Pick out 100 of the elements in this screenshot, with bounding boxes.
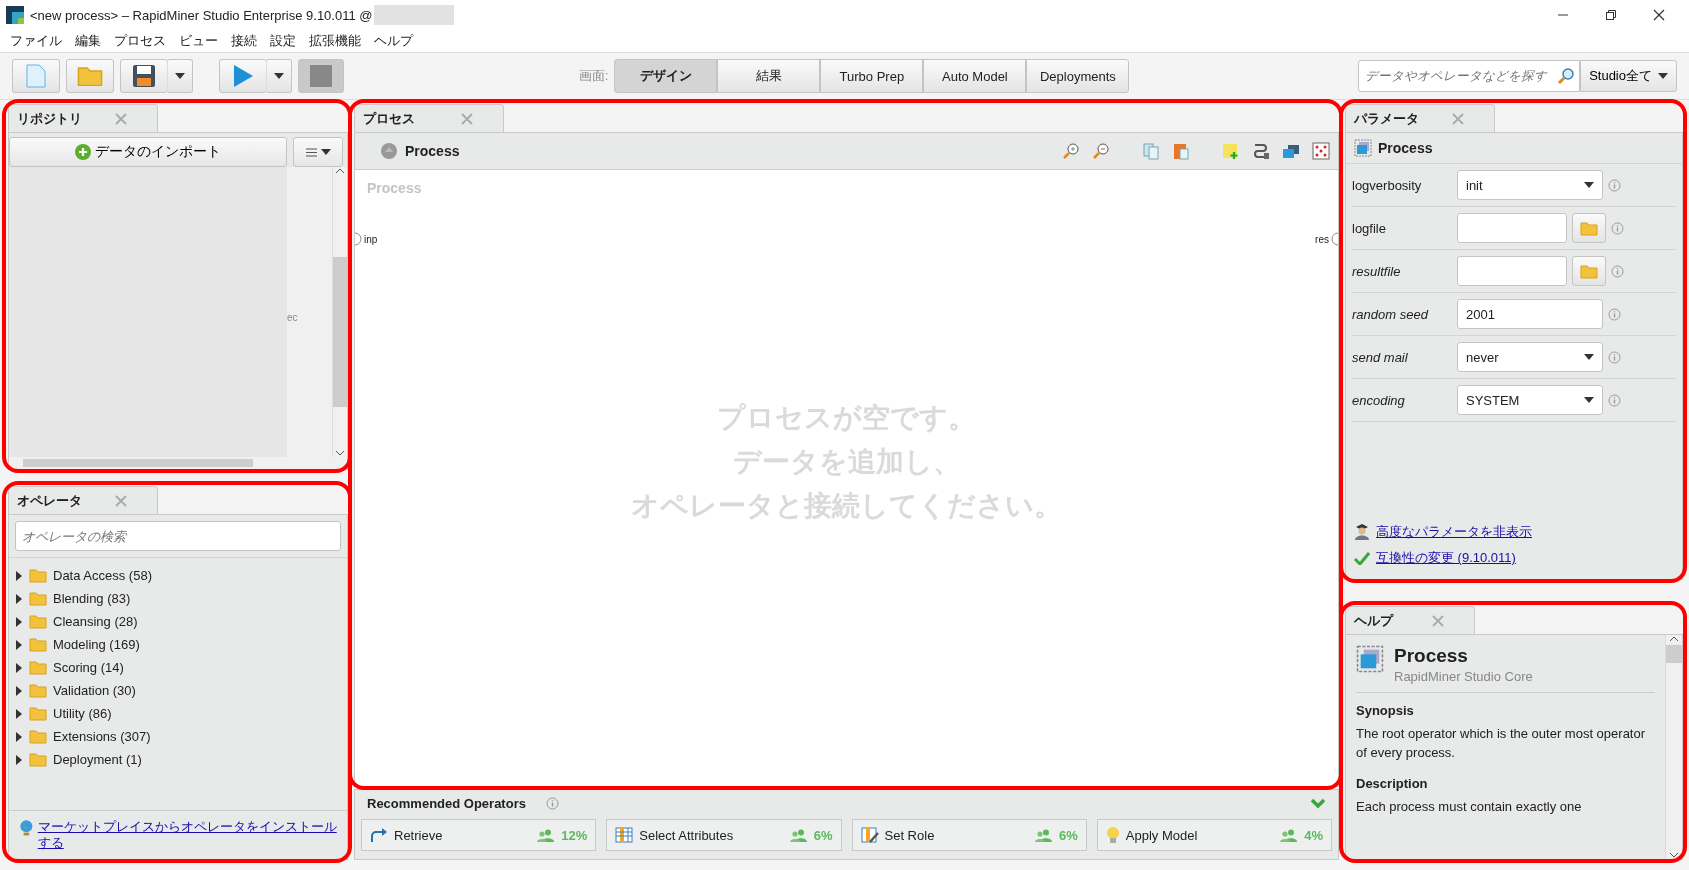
scroll-up-icon[interactable] <box>335 167 345 175</box>
expand-arrow-icon[interactable] <box>15 708 23 719</box>
folder-icon <box>1580 263 1598 279</box>
operator-group[interactable]: Validation (30) <box>15 679 347 702</box>
recommended-operator[interactable]: Select Attributes 6% <box>606 819 842 851</box>
menu-item[interactable]: ファイル <box>10 32 62 50</box>
parameter-field[interactable]: 2001 <box>1457 299 1603 329</box>
recommended-operator[interactable]: Retrieve 12% <box>361 819 597 851</box>
save-menu-button[interactable] <box>167 59 193 93</box>
run-menu-button[interactable] <box>266 59 292 93</box>
scroll-up-icon[interactable] <box>1669 635 1679 643</box>
menu-item[interactable]: プロセス <box>114 32 166 50</box>
folder-icon <box>29 614 47 629</box>
menu-item[interactable]: 設定 <box>270 32 296 50</box>
info-icon[interactable] <box>1608 307 1621 321</box>
marketplace-link[interactable]: マーケットプレイスからオペレータをインストールする <box>37 819 337 851</box>
operator-group[interactable]: Deployment (1) <box>15 748 347 771</box>
restore-icon[interactable] <box>1605 9 1617 21</box>
expand-arrow-icon[interactable] <box>15 593 23 604</box>
info-icon[interactable] <box>1608 393 1621 407</box>
expand-arrow-icon[interactable] <box>15 639 23 650</box>
browse-button[interactable] <box>1572 256 1606 286</box>
paste-icon[interactable] <box>1172 142 1190 160</box>
section-title: Recommended Operators <box>367 796 526 811</box>
browse-button[interactable] <box>1572 213 1606 243</box>
search-field[interactable]: データやオペレータなどを探す <box>1358 60 1581 92</box>
scroll-down-icon[interactable] <box>1669 851 1679 859</box>
panel-tab[interactable]: ヘルプ <box>1345 606 1475 634</box>
scroll-down-icon[interactable] <box>335 449 345 457</box>
output-port-icon[interactable] <box>1331 232 1338 246</box>
info-icon[interactable] <box>545 797 559 810</box>
parameter-dropdown[interactable]: init <box>1457 170 1603 200</box>
operator-group[interactable]: Data Access (58) <box>15 564 347 587</box>
menu-button[interactable] <box>293 137 343 167</box>
stop-icon <box>310 65 332 87</box>
perspective-tab[interactable]: Deployments <box>1026 59 1130 93</box>
operator-group[interactable]: Extensions (307) <box>15 725 347 748</box>
operator-group[interactable]: Utility (86) <box>15 702 347 725</box>
panel-tab[interactable]: プロセス <box>354 104 504 132</box>
layout-grid-icon[interactable] <box>1312 142 1330 160</box>
copy-icon[interactable] <box>1142 142 1160 160</box>
expand-arrow-icon[interactable] <box>15 616 23 627</box>
panel-tab[interactable]: オペレータ <box>8 486 158 514</box>
expand-arrow-icon[interactable] <box>15 685 23 696</box>
vertical-scrollbar[interactable] <box>1665 635 1682 859</box>
input-port-icon[interactable] <box>355 232 362 246</box>
plug-icon[interactable] <box>1252 142 1270 160</box>
note-icon[interactable] <box>1222 142 1240 160</box>
folder-icon <box>77 65 103 87</box>
close-icon[interactable] <box>1653 9 1665 21</box>
operator-group[interactable]: Scoring (14) <box>15 656 347 679</box>
scroll-thumb[interactable] <box>333 257 347 407</box>
caret-icon <box>320 149 331 155</box>
perspective-tab[interactable]: デザイン <box>614 59 718 93</box>
panel-tab[interactable]: リポジトリ <box>8 104 158 132</box>
scroll-thumb[interactable] <box>1666 645 1682 663</box>
file-path-field[interactable] <box>1457 213 1567 243</box>
info-icon[interactable] <box>1608 178 1621 192</box>
vertical-scrollbar[interactable] <box>332 167 347 457</box>
import-data-button[interactable]: データのインポート <box>9 137 287 167</box>
menu-item[interactable]: ビュー <box>179 32 218 50</box>
breadcrumb[interactable]: Process <box>405 143 460 159</box>
menu-item[interactable]: 編集 <box>75 32 101 50</box>
perspective-tab[interactable]: Auto Model <box>923 59 1027 93</box>
operator-group[interactable]: Blending (83) <box>15 587 347 610</box>
expand-arrow-icon[interactable] <box>15 754 23 765</box>
zoom-in-icon[interactable] <box>1062 142 1080 160</box>
info-icon[interactable] <box>1611 264 1624 278</box>
menu-icon <box>305 147 317 157</box>
file-path-field[interactable] <box>1457 256 1567 286</box>
operator-group[interactable]: Cleansing (28) <box>15 610 347 633</box>
info-icon[interactable] <box>1611 221 1624 235</box>
search-scope-dropdown[interactable]: Studio全て <box>1580 60 1677 92</box>
parameter-name: encoding <box>1352 392 1406 408</box>
open-button[interactable] <box>66 59 114 93</box>
collapse-chevron-icon[interactable] <box>1310 797 1326 810</box>
layers-icon[interactable] <box>1282 142 1300 160</box>
panel-tab[interactable]: パラメータ <box>1345 104 1495 132</box>
operator-search-field[interactable]: オペレータの検索 <box>15 521 341 551</box>
operator-group[interactable]: Modeling (169) <box>15 633 347 656</box>
recommended-operator[interactable]: Apply Model 4% <box>1096 819 1332 851</box>
parameter-link[interactable]: 互換性の変更 (9.10.011) <box>1376 549 1516 567</box>
recommended-operator[interactable]: Set Role 6% <box>851 819 1087 851</box>
zoom-out-icon[interactable] <box>1092 142 1110 160</box>
expand-arrow-icon[interactable] <box>15 662 23 673</box>
menu-item[interactable]: 接続 <box>231 32 257 50</box>
menu-item[interactable]: 拡張機能 <box>309 32 361 50</box>
scroll-thumb[interactable] <box>23 459 253 467</box>
perspective-tab[interactable]: 結果 <box>717 59 821 93</box>
parameter-link[interactable]: 高度なパラメータを非表示 <box>1376 523 1532 541</box>
save-button[interactable] <box>120 59 168 93</box>
perspective-tab[interactable]: Turbo Prep <box>820 59 924 93</box>
menu-item[interactable]: ヘルプ <box>374 32 413 50</box>
expand-arrow-icon[interactable] <box>15 731 23 742</box>
parameter-dropdown[interactable]: SYSTEM <box>1457 385 1603 415</box>
parameter-dropdown[interactable]: never <box>1457 342 1603 372</box>
new-process-button[interactable] <box>12 59 60 93</box>
expand-arrow-icon[interactable] <box>15 570 23 581</box>
info-icon[interactable] <box>1608 350 1621 364</box>
horizontal-scrollbar[interactable] <box>9 457 347 469</box>
